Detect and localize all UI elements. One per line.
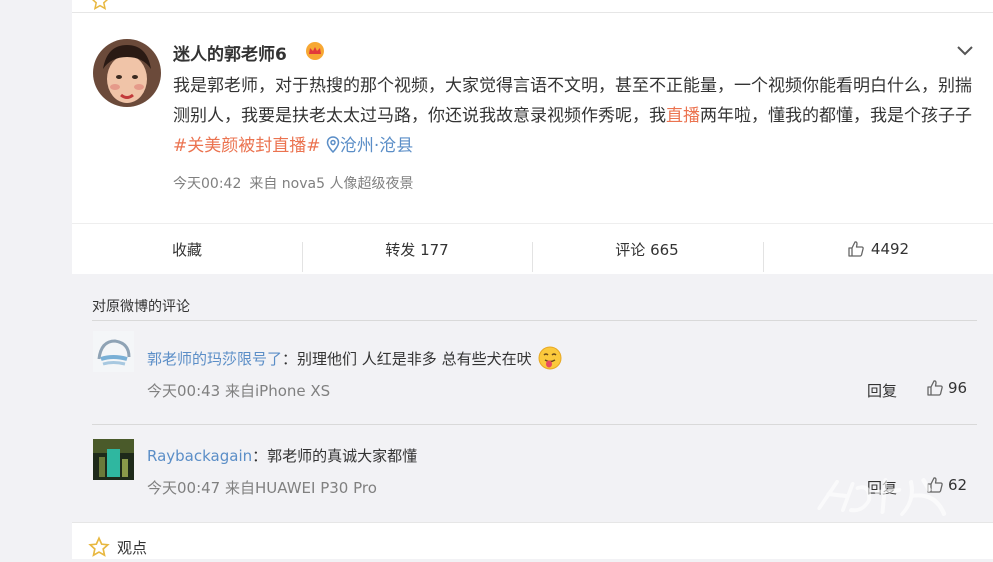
comment-avatar[interactable] <box>93 331 134 372</box>
post-time[interactable]: 今天00:42 <box>173 176 241 192</box>
post-source: 来自 nova5 人像超级夜景 <box>249 176 414 192</box>
location-label: 沧州·沧县 <box>339 136 414 156</box>
favorite-button[interactable]: 收藏 <box>72 224 302 274</box>
thumbs-up-icon <box>848 241 864 257</box>
comment-label: 评论 665 <box>615 240 679 259</box>
comment-like-count: 96 <box>948 379 968 397</box>
comment-separator: ： <box>282 350 298 368</box>
post-text: 我是郭老师，对于热搜的那个视频，大家觉得言语不文明，甚至不正能量，一个视频你能看… <box>173 71 978 161</box>
reply-button[interactable]: 回复 <box>867 380 897 401</box>
comment-avatar[interactable] <box>93 439 134 480</box>
divider <box>92 424 977 425</box>
comment-meta: 今天00:47 来自HUAWEI P30 Pro <box>147 479 377 497</box>
like-button[interactable]: 4492 <box>763 224 993 274</box>
previous-card-strip <box>72 0 993 13</box>
comment-meta: 今天00:43 来自iPhone XS <box>147 382 331 400</box>
comment-button[interactable]: 评论 665 <box>532 224 762 274</box>
thumbs-up-icon <box>927 380 943 396</box>
location-pin-icon <box>326 136 340 154</box>
avatar[interactable] <box>93 39 161 107</box>
like-count: 4492 <box>870 240 910 258</box>
live-link[interactable]: 直播 <box>666 106 700 126</box>
action-bar: 收藏 转发 177 评论 665 4492 <box>72 223 993 274</box>
comment-username[interactable]: Raybackagain <box>147 447 252 465</box>
post-text-tail: 两年啦，懂我的都懂，我是个孩子子 <box>700 106 972 126</box>
post-meta: 今天00:42 来自 nova5 人像超级夜景 <box>173 173 413 193</box>
hashtag-link[interactable]: #关美颜被封直播# <box>173 136 321 156</box>
divider <box>92 320 977 321</box>
comment-separator: ： <box>252 447 268 465</box>
repost-button[interactable]: 转发 177 <box>302 224 532 274</box>
post-card: 迷人的郭老师6 我是郭老师，对于热搜的那个视频，大家觉得言语不文明，甚至不正能量… <box>72 13 993 526</box>
tongue-emoji-icon <box>538 346 562 370</box>
comment-like-button[interactable]: 96 <box>926 379 967 397</box>
comment-line: 郭老师的玛莎限号了：别理他们 人红是非多 总有些犬在吠 <box>147 346 562 370</box>
comments-title: 对原微博的评论 <box>92 299 190 315</box>
crown-icon <box>305 41 325 65</box>
repost-label: 转发 177 <box>385 240 449 259</box>
opinion-label: 观点 <box>117 539 148 557</box>
location-link[interactable]: 沧州·沧县 <box>326 136 413 156</box>
post-username[interactable]: 迷人的郭老师6 <box>173 40 287 65</box>
watermark-logo <box>809 470 972 531</box>
comment-line: Raybackagain：郭老师的真诚大家都懂 <box>147 445 417 466</box>
star-icon <box>88 536 110 562</box>
comment-text: 别理他们 人红是非多 总有些犬在吠 <box>297 350 532 368</box>
comment-username[interactable]: 郭老师的玛莎限号了 <box>147 350 282 368</box>
favorite-label: 收藏 <box>171 240 202 259</box>
chevron-down-icon[interactable] <box>955 43 975 62</box>
comment-text: 郭老师的真诚大家都懂 <box>267 447 418 465</box>
